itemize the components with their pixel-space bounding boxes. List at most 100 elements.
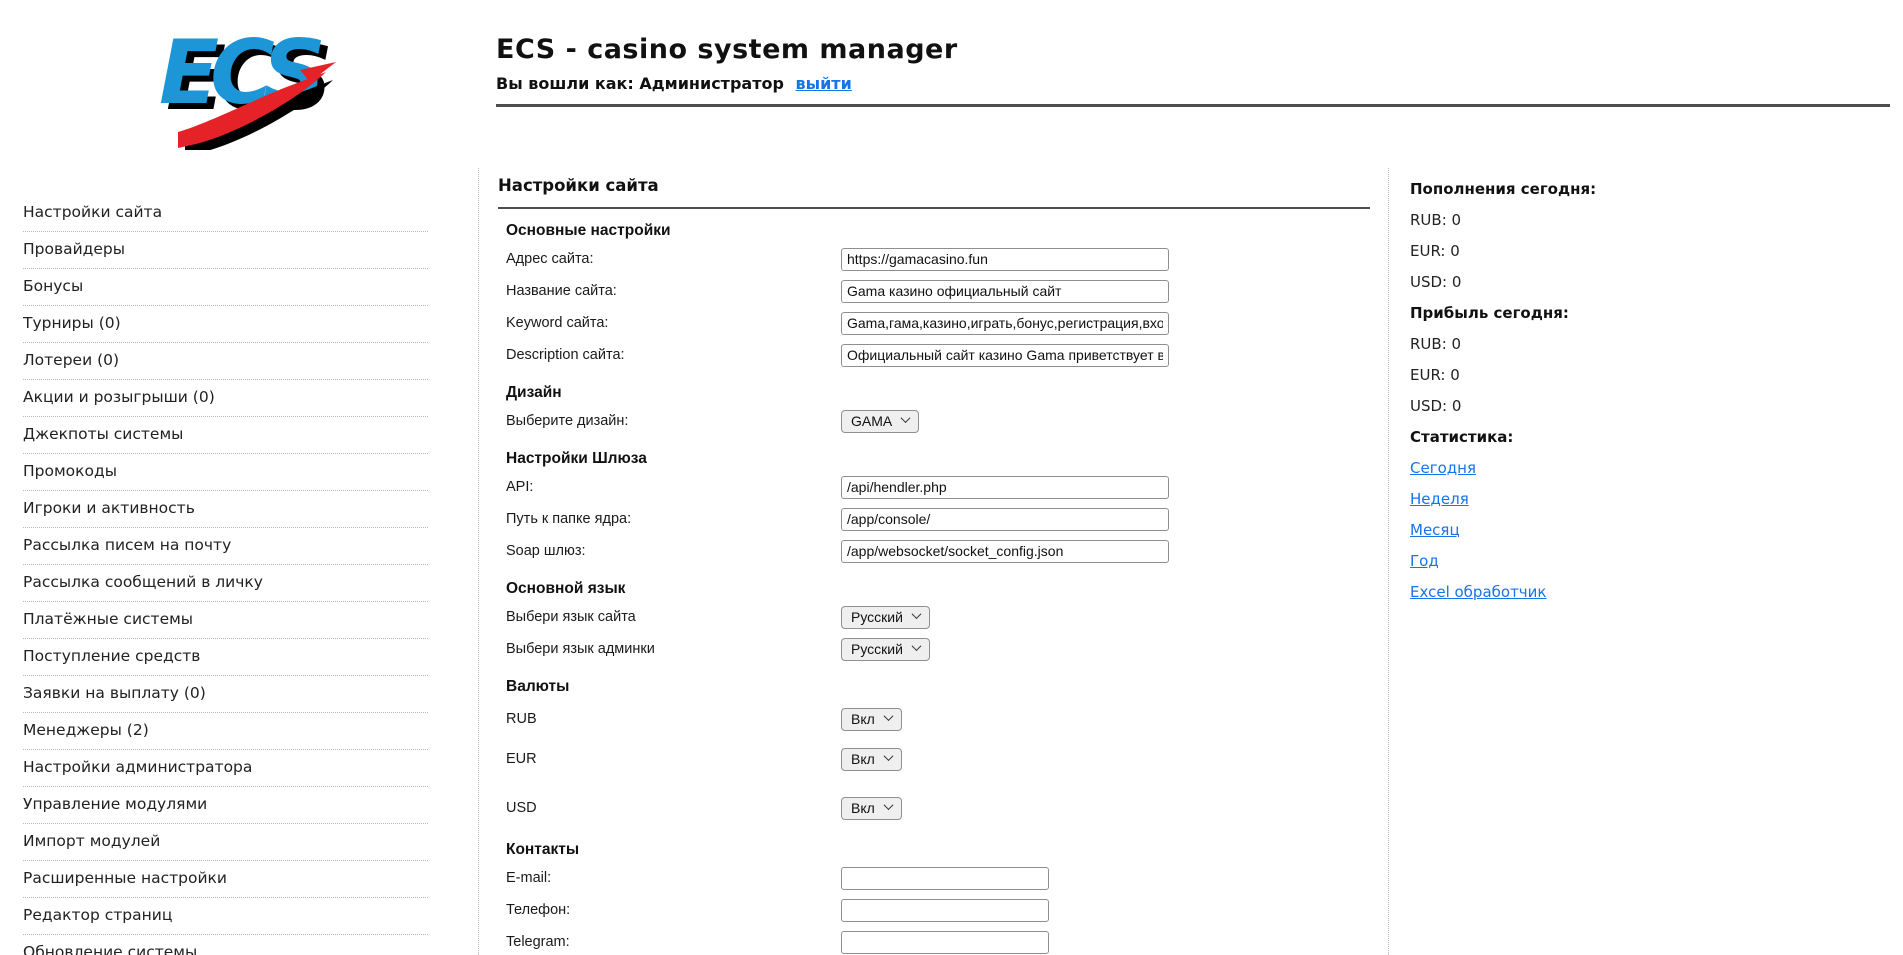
sidebar-item-pm-mailing[interactable]: Рассылка сообщений в личку (23, 566, 428, 602)
chevron-down-icon (883, 751, 893, 761)
sidebar-item-module-management[interactable]: Управление модулями (23, 788, 428, 824)
section-basic-settings: Основные настройки (498, 222, 1370, 240)
deposits-today-title: Пополнения сегодня: (1410, 180, 1710, 198)
sidebar-item-payment-systems[interactable]: Платёжные системы (23, 603, 428, 639)
sidebar-item-lotteries[interactable]: Лотереи (0) (23, 344, 428, 380)
admin-language-select-value: Русский (851, 641, 903, 657)
usd-label: USD (506, 800, 841, 816)
telegram-label: Telegram: (506, 934, 841, 950)
stats-link-today[interactable]: Сегодня (1410, 459, 1710, 477)
description-label: Description сайта: (506, 347, 841, 363)
phone-label: Телефон: (506, 902, 841, 918)
ecs-logo: ECS ECS (138, 10, 348, 150)
stats-link-week[interactable]: Неделя (1410, 490, 1710, 508)
rub-row: RUB Вкл (498, 699, 1370, 739)
chevron-down-icon (883, 800, 893, 810)
chevron-down-icon (883, 711, 893, 721)
eur-row: EUR Вкл (498, 739, 1370, 779)
soap-input[interactable] (841, 540, 1169, 563)
site-language-label: Выбери язык сайта (506, 609, 841, 625)
sidebar-item-providers[interactable]: Провайдеры (23, 233, 428, 269)
sidebar-nav: Настройки сайта Провайдеры Бонусы Турнир… (23, 196, 428, 955)
section-language: Основной язык (498, 580, 1370, 598)
section-design: Дизайн (498, 384, 1370, 402)
email-label: E-mail: (506, 870, 841, 886)
sidebar-item-system-update[interactable]: Обновление системы (23, 936, 428, 955)
sidebar-item-admin-settings[interactable]: Настройки администратора (23, 751, 428, 787)
sidebar-item-email-mailing[interactable]: Рассылка писем на почту (23, 529, 428, 565)
deposits-eur: EUR: 0 (1410, 242, 1710, 260)
sidebar-item-advanced-settings[interactable]: Расширенные настройки (23, 862, 428, 898)
admin-language-label: Выбери язык админки (506, 641, 841, 657)
chevron-down-icon (912, 641, 922, 651)
rub-label: RUB (506, 711, 841, 727)
logout-link[interactable]: выйти (796, 74, 852, 93)
sidebar-item-page-editor[interactable]: Редактор страниц (23, 899, 428, 935)
rub-select-value: Вкл (851, 711, 875, 727)
api-input[interactable] (841, 476, 1169, 499)
sidebar-item-bonuses[interactable]: Бонусы (23, 270, 428, 306)
site-address-row: Адрес сайта: (498, 243, 1370, 275)
api-row: API: (498, 471, 1370, 503)
sidebar-item-promocodes[interactable]: Промокоды (23, 455, 428, 491)
site-address-input[interactable] (841, 248, 1169, 271)
site-name-input[interactable] (841, 280, 1169, 303)
stats-link-year[interactable]: Год (1410, 552, 1710, 570)
section-currencies: Валюты (498, 678, 1370, 696)
design-select-value: GAMA (851, 413, 892, 429)
site-language-select[interactable]: Русский (841, 606, 930, 629)
profit-usd: USD: 0 (1410, 397, 1710, 415)
core-path-input[interactable] (841, 508, 1169, 531)
telegram-input[interactable] (841, 931, 1049, 954)
stats-link-excel[interactable]: Excel обработчик (1410, 583, 1710, 601)
profit-rub: RUB: 0 (1410, 335, 1710, 353)
deposits-usd: USD: 0 (1410, 273, 1710, 291)
soap-row: Soap шлюз: (498, 535, 1370, 567)
site-language-select-value: Русский (851, 609, 903, 625)
header: ECS - casino system manager Вы вошли как… (496, 34, 958, 93)
admin-language-select[interactable]: Русский (841, 638, 930, 661)
usd-select[interactable]: Вкл (841, 797, 902, 820)
email-input[interactable] (841, 867, 1049, 890)
ecs-logo-image: ECS ECS (138, 10, 348, 150)
sidebar-item-incoming-funds[interactable]: Поступление средств (23, 640, 428, 676)
page-title: ECS - casino system manager (496, 34, 958, 65)
phone-input[interactable] (841, 899, 1049, 922)
admin-language-row: Выбери язык админки Русский (498, 633, 1370, 665)
sidebar-item-managers[interactable]: Менеджеры (2) (23, 714, 428, 750)
sidebar-item-jackpots[interactable]: Джекпоты системы (23, 418, 428, 454)
keyword-input[interactable] (841, 312, 1169, 335)
section-contacts: Контакты (498, 841, 1370, 859)
site-settings-panel: Настройки сайта Основные настройки Адрес… (498, 170, 1370, 955)
deposits-rub: RUB: 0 (1410, 211, 1710, 229)
usd-select-value: Вкл (851, 800, 875, 816)
sidebar-item-players-activity[interactable]: Игроки и активность (23, 492, 428, 528)
sidebar-item-site-settings[interactable]: Настройки сайта (23, 196, 428, 232)
phone-row: Телефон: (498, 894, 1370, 926)
site-language-row: Выбери язык сайта Русский (498, 601, 1370, 633)
form-title: Настройки сайта (498, 176, 1370, 195)
stats-link-month[interactable]: Месяц (1410, 521, 1710, 539)
email-row: E-mail: (498, 862, 1370, 894)
telegram-row: Telegram: (498, 926, 1370, 955)
sidebar-item-payout-requests[interactable]: Заявки на выплату (0) (23, 677, 428, 713)
description-row: Description сайта: (498, 339, 1370, 371)
profit-today-title: Прибыль сегодня: (1410, 304, 1710, 322)
sidebar-item-promotions[interactable]: Акции и розыгрыши (0) (23, 381, 428, 417)
soap-label: Soap шлюз: (506, 543, 841, 559)
sidebar-item-module-import[interactable]: Импорт модулей (23, 825, 428, 861)
site-name-row: Название сайта: (498, 275, 1370, 307)
eur-select[interactable]: Вкл (841, 748, 902, 771)
description-input[interactable] (841, 344, 1169, 367)
api-label: API: (506, 479, 841, 495)
site-address-label: Адрес сайта: (506, 251, 841, 267)
design-select[interactable]: GAMA (841, 410, 919, 433)
sidebar-main-divider (478, 168, 479, 955)
login-status: Вы вошли как: Администратор выйти (496, 74, 958, 93)
chevron-down-icon (901, 413, 911, 423)
rub-select[interactable]: Вкл (841, 708, 902, 731)
usd-row: USD Вкл (498, 788, 1370, 828)
keyword-label: Keyword сайта: (506, 315, 841, 331)
design-row: Выберите дизайн: GAMA (498, 405, 1370, 437)
sidebar-item-tournaments[interactable]: Турниры (0) (23, 307, 428, 343)
